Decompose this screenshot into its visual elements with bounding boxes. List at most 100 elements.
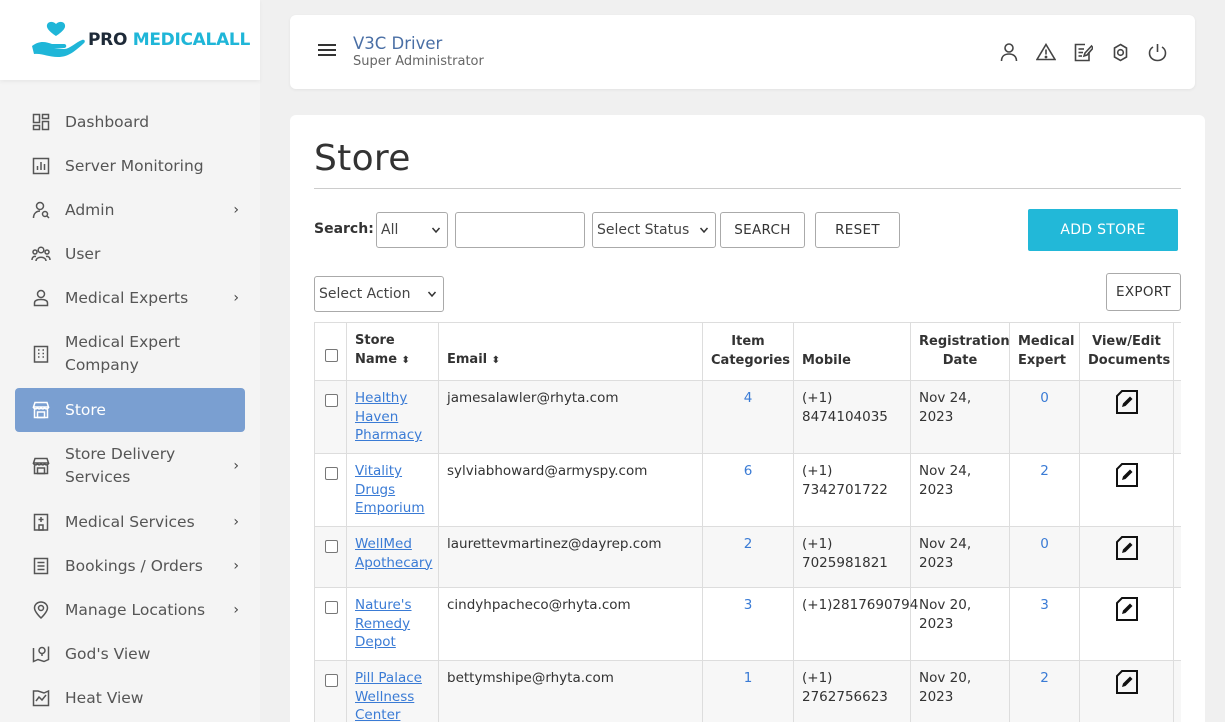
profile-icon[interactable] bbox=[999, 41, 1019, 63]
item-categories-link[interactable]: 2 bbox=[702, 526, 794, 588]
row-checkbox[interactable] bbox=[324, 394, 338, 407]
edit-note-icon[interactable] bbox=[1073, 41, 1093, 63]
medical-expert-link[interactable]: 0 bbox=[1009, 526, 1080, 588]
table-row: Healthy Haven Pharmacy jamesalawler@rhyt… bbox=[314, 380, 1181, 454]
heat-map-icon bbox=[31, 688, 51, 708]
dashboard-icon bbox=[31, 112, 51, 132]
edit-document-icon[interactable] bbox=[1114, 596, 1140, 622]
sidebar-item-label: Admin bbox=[65, 200, 115, 219]
sort-icon: ⬍ bbox=[401, 355, 410, 366]
title-divider bbox=[314, 188, 1181, 189]
page-title: Store bbox=[314, 138, 411, 179]
registration-date-cell: Nov 20, 2023 bbox=[910, 587, 1010, 661]
search-field-select-value: All bbox=[381, 222, 399, 238]
edit-document-icon[interactable] bbox=[1114, 535, 1140, 561]
medical-expert-link[interactable]: 3 bbox=[1009, 587, 1080, 661]
extra-cell bbox=[1173, 526, 1181, 588]
sidebar-item-server-monitoring[interactable]: Server Monitoring bbox=[15, 144, 245, 188]
registration-date-cell: Nov 20, 2023 bbox=[910, 660, 1010, 722]
sidebar-item-manage-locations[interactable]: Manage Locations › bbox=[15, 588, 245, 632]
search-button[interactable]: SEARCH bbox=[720, 212, 805, 248]
store-name-header[interactable]: Store Name ⬍ bbox=[346, 322, 439, 381]
mobile-cell: (+1) 2762756623 bbox=[793, 660, 911, 722]
documents-cell bbox=[1079, 453, 1174, 527]
location-pin-icon bbox=[31, 600, 51, 620]
search-label: Search: bbox=[314, 221, 374, 237]
power-icon[interactable] bbox=[1147, 41, 1167, 63]
item-categories-header: Item Categories bbox=[702, 322, 794, 381]
row-checkbox[interactable] bbox=[324, 467, 338, 480]
export-button[interactable]: EXPORT bbox=[1106, 273, 1181, 311]
medical-expert-link[interactable]: 2 bbox=[1009, 453, 1080, 527]
mobile-cell: (+1)2817690794 bbox=[793, 587, 918, 661]
item-categories-link[interactable]: 3 bbox=[702, 587, 794, 661]
sidebar-item-store-delivery-services[interactable]: Store Delivery Services › bbox=[15, 432, 245, 500]
reset-button[interactable]: RESET bbox=[815, 212, 900, 248]
sidebar-item-label: Heat View bbox=[65, 688, 144, 707]
edit-document-icon[interactable] bbox=[1114, 462, 1140, 488]
row-checkbox[interactable] bbox=[324, 674, 338, 687]
medical-expert-link[interactable]: 0 bbox=[1009, 380, 1080, 454]
row-checkbox[interactable] bbox=[324, 540, 338, 553]
sidebar-item-gods-view[interactable]: God's View bbox=[15, 632, 245, 676]
alert-icon[interactable] bbox=[1036, 41, 1056, 63]
email-cell: jamesalawler@rhyta.com bbox=[438, 380, 703, 454]
search-input[interactable] bbox=[455, 212, 585, 248]
menu-toggle-icon[interactable] bbox=[318, 44, 336, 58]
select-all-checkbox[interactable] bbox=[324, 349, 338, 362]
sidebar-item-store[interactable]: Store bbox=[15, 388, 245, 432]
table-header-row: Store Name ⬍ Email ⬍ Item Categories Mob… bbox=[314, 322, 1181, 381]
sidebar-item-medical-experts[interactable]: Medical Experts › bbox=[15, 276, 245, 320]
sidebar-item-dashboard[interactable]: Dashboard bbox=[15, 100, 245, 144]
store-name-link[interactable]: WellMed Apothecary bbox=[355, 536, 432, 571]
medical-expert-link[interactable]: 2 bbox=[1009, 660, 1080, 722]
table-row: Nature's Remedy Depot cindyhpacheco@rhyt… bbox=[314, 587, 1181, 661]
sidebar-item-medical-services[interactable]: Medical Services › bbox=[15, 500, 245, 544]
hospital-icon bbox=[31, 512, 51, 532]
header-user-name: V3C Driver bbox=[353, 34, 443, 53]
add-store-button[interactable]: ADD STORE bbox=[1028, 209, 1178, 251]
chevron-right-icon: › bbox=[233, 514, 239, 530]
sidebar-item-medical-expert-company[interactable]: Medical Expert Company bbox=[15, 320, 245, 388]
search-field-select[interactable]: All bbox=[376, 212, 448, 248]
store-name-link[interactable]: Pill Palace Wellness Center bbox=[355, 670, 422, 722]
bulk-action-select[interactable]: Select Action bbox=[314, 276, 444, 312]
item-categories-link[interactable]: 4 bbox=[702, 380, 794, 454]
sidebar-item-label: Server Monitoring bbox=[65, 156, 204, 175]
store-name-cell: Healthy Haven Pharmacy bbox=[346, 380, 439, 454]
header-actions bbox=[999, 41, 1167, 63]
documents-cell bbox=[1079, 587, 1174, 661]
store-name-link[interactable]: Nature's Remedy Depot bbox=[355, 597, 412, 650]
extra-cell bbox=[1173, 587, 1181, 661]
store-name-cell: Nature's Remedy Depot bbox=[346, 587, 439, 661]
store-name-link[interactable]: Healthy Haven Pharmacy bbox=[355, 390, 422, 443]
registration-date-header: Registration Date bbox=[910, 322, 1010, 381]
email-header-label: Email bbox=[447, 352, 488, 367]
row-checkbox[interactable] bbox=[324, 601, 338, 614]
select-all-header bbox=[314, 322, 347, 381]
sort-icon: ⬍ bbox=[491, 355, 501, 366]
status-select[interactable]: Select Status bbox=[592, 212, 716, 248]
store-name-link[interactable]: Vitality Drugs Emporium bbox=[355, 463, 425, 516]
email-header[interactable]: Email ⬍ bbox=[438, 322, 703, 381]
store-name-header-label: Store Name bbox=[355, 333, 398, 367]
sidebar-item-user[interactable]: User bbox=[15, 232, 245, 276]
registration-date-cell: Nov 24, 2023 bbox=[910, 526, 1010, 588]
store-table: Store Name ⬍ Email ⬍ Item Categories Mob… bbox=[314, 322, 1181, 722]
bar-chart-icon bbox=[31, 156, 51, 176]
item-categories-link[interactable]: 1 bbox=[702, 660, 794, 722]
documents-cell bbox=[1079, 526, 1174, 588]
sidebar-item-bookings-orders[interactable]: Bookings / Orders › bbox=[15, 544, 245, 588]
sidebar-item-heat-view[interactable]: Heat View bbox=[15, 676, 245, 720]
edit-document-icon[interactable] bbox=[1114, 389, 1140, 415]
sidebar-item-admin[interactable]: Admin › bbox=[15, 188, 245, 232]
admin-user-icon bbox=[31, 200, 51, 220]
brand-logo-area[interactable]: PRO MEDICALALL bbox=[0, 0, 260, 80]
documents-cell bbox=[1079, 380, 1174, 454]
email-cell: laurettevmartinez@dayrep.com bbox=[438, 526, 703, 588]
item-categories-link[interactable]: 6 bbox=[702, 453, 794, 527]
sidebar-item-label: Store bbox=[65, 400, 106, 419]
settings-icon[interactable] bbox=[1110, 41, 1130, 63]
email-cell: cindyhpacheco@rhyta.com bbox=[438, 587, 703, 661]
edit-document-icon[interactable] bbox=[1114, 669, 1140, 695]
